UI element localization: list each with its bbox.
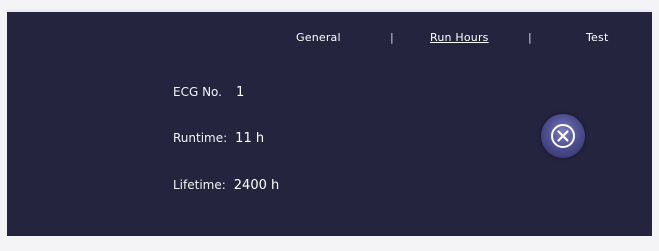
tab-test[interactable]: Test [586,31,608,44]
tab-run-hours[interactable]: Run Hours [430,31,489,44]
close-button[interactable] [541,114,585,158]
tab-separator: | [390,31,394,44]
lifetime-label: Lifetime: [173,178,226,192]
lifetime-row: Lifetime: 2400 h [173,178,279,193]
window-frame: General | Run Hours | Test ECG No. 1 Runt… [0,0,659,251]
ecg-number-row: ECG No. 1 [173,85,244,100]
runtime-value: 11 h [235,131,265,146]
close-circle-icon [551,124,575,148]
tab-separator: | [528,31,532,44]
tab-general[interactable]: General [296,31,341,44]
lifetime-value: 2400 h [233,178,280,193]
ecg-number-label: ECG No. [173,85,222,99]
runtime-row: Runtime: 11 h [173,131,264,146]
runtime-label: Runtime: [173,131,228,145]
ecg-number-value: 1 [236,85,245,100]
